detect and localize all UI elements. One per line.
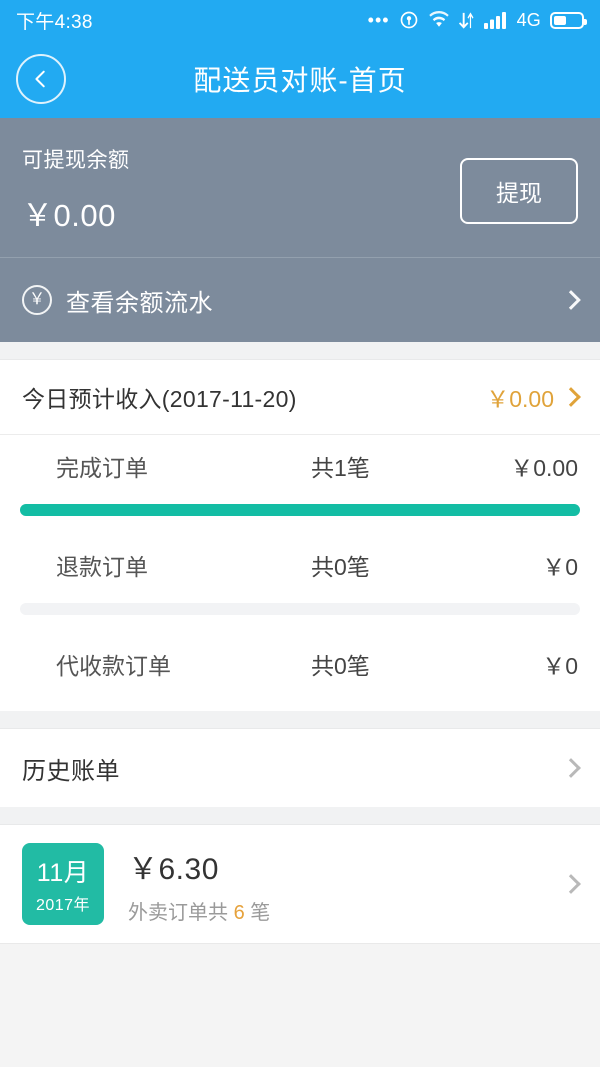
chevron-right-icon [561,874,581,894]
balance-panel: 可提现余额 ￥0.00 提现 [0,118,600,258]
network-type-label: 4G [516,9,541,30]
status-bar-time: 下午4:38 [16,11,93,33]
today-income-amount: ￥0.00 [486,386,554,412]
battery-icon [550,11,587,29]
section-gap [0,807,600,825]
app-screen: 下午4:38 ••• 4G 配送员对账-首页 可提现余额 ￥0.00 提现 ￥ … [0,0,600,1067]
withdraw-button[interactable]: 提现 [460,158,578,224]
history-bills-label: 历史账单 [22,757,120,785]
month-badge: 11月 2017年 [22,843,104,925]
section-gap [0,711,600,729]
list-item[interactable]: 11月 2017年 ￥6.30 外卖订单共 6 笔 [0,825,600,943]
history-card: 历史账单 [0,729,600,807]
section-gap [0,342,600,360]
view-balance-flow-row[interactable]: ￥ 查看余额流水 [0,258,600,342]
today-income-card: 今日预计收入(2017-11-20) ￥0.00 完成订单 共1笔 ￥0.00 … [0,360,600,711]
order-amount: ￥0 [542,554,578,580]
bill-info: ￥6.30 外卖订单共 6 笔 [122,844,546,925]
badge-month: 11月 [36,859,90,887]
today-income-title: 今日预计收入(2017-11-20) [22,386,297,412]
status-bar-icons: ••• 4G [367,9,587,31]
data-transfer-icon [458,11,475,30]
history-list: 11月 2017年 ￥6.30 外卖订单共 6 笔 [0,825,600,943]
balance-label: 可提现余额 [22,149,130,172]
bill-amount: ￥6.30 [128,852,219,886]
wifi-icon [428,11,450,29]
history-bills-row[interactable]: 历史账单 [0,729,600,807]
order-progress-track [20,603,580,615]
more-dots-icon: ••• [367,10,390,30]
badge-year: 2017年 [35,897,91,914]
chevron-right-icon [561,387,581,407]
view-balance-flow-left: ￥ 查看余额流水 [22,283,213,318]
status-bar: 下午4:38 ••• 4G [0,0,600,40]
balance-info: 可提现余额 ￥0.00 [22,144,130,235]
signal-bars-icon [483,11,508,29]
order-amount: ￥0.00 [510,455,578,481]
chevron-right-icon [561,290,581,310]
today-income-row[interactable]: 今日预计收入(2017-11-20) ￥0.00 [0,360,600,435]
order-type-label: 完成订单 [56,455,148,481]
table-row: 完成订单 共1笔 ￥0.00 [0,435,600,497]
today-income-right: ￥0.00 [486,380,581,414]
order-count: 共1笔 [311,455,370,481]
order-count: 共0笔 [311,554,370,580]
table-row: 退款订单 共0笔 ￥0 [0,534,600,596]
view-balance-flow-label: 查看余额流水 [66,289,213,317]
bill-sub-prefix: 外卖订单共 [128,901,228,924]
navigation-bar: 配送员对账-首页 [0,40,600,118]
yen-circle-icon: ￥ [22,285,52,315]
page-background-filler [0,943,600,1067]
order-progress-fill [20,504,580,516]
order-progress-track [20,504,580,516]
bill-order-count: 6 [233,901,245,924]
bill-sub-suffix: 笔 [250,901,271,924]
location-icon [399,10,419,30]
table-row: 代收款订单 共0笔 ￥0 [0,633,600,695]
chevron-right-icon [561,758,581,778]
back-button[interactable] [16,54,66,104]
balance-amount: ￥0.00 [22,198,116,233]
order-count: 共0笔 [311,653,370,679]
chevron-left-icon [35,70,45,88]
card-bottom-padding [0,695,600,711]
bill-subtitle: 外卖订单共 6 笔 [128,896,546,925]
order-type-label: 代收款订单 [56,653,171,679]
order-amount: ￥0 [542,653,578,679]
page-title: 配送员对账-首页 [193,65,407,96]
order-type-label: 退款订单 [56,554,148,580]
